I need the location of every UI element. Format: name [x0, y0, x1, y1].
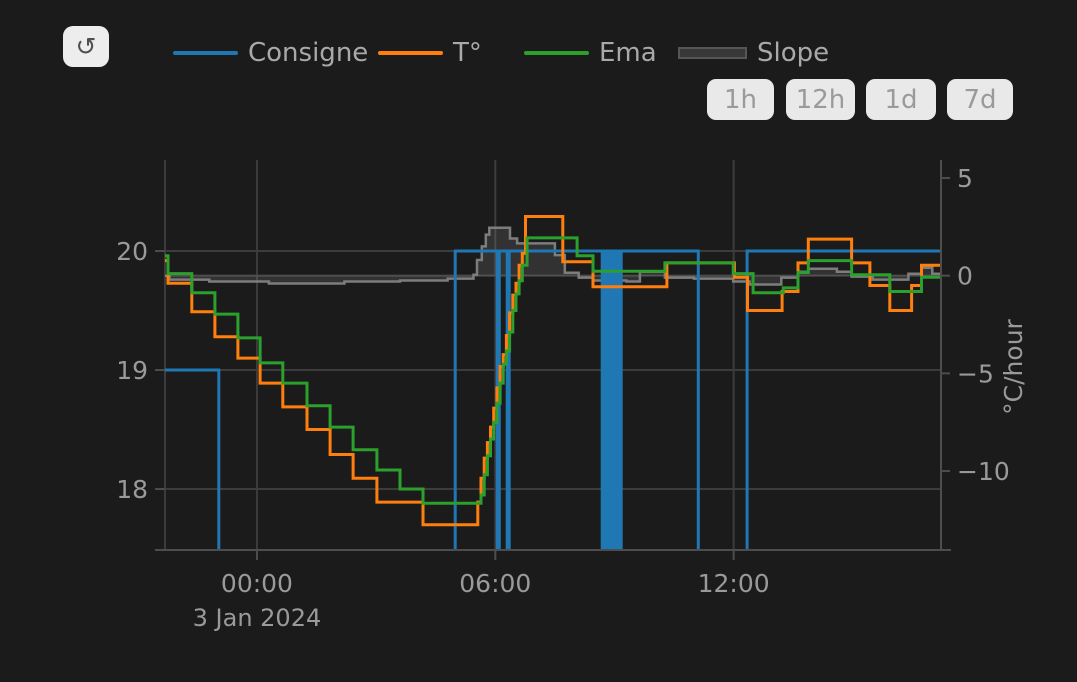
consigne-series-line — [165, 251, 941, 608]
x-tick-label: 06:00 — [459, 569, 531, 598]
y-right-axis-title: °C/hour — [999, 318, 1028, 414]
y-left-tick-label: 19 — [116, 356, 148, 385]
x-date-label: 3 Jan 2024 — [193, 604, 322, 632]
chart-plot[interactable]: 00:00 06:00 12:00 3 Jan 2024 20 19 18 5 0 −5 −10 °C… — [0, 0, 1077, 682]
chart-card: ↺ Consigne T° Ema Slope 1h 12h 1d 7d 00:… — [0, 0, 1077, 682]
y-right-tick-label: −5 — [957, 359, 994, 388]
y-left-tick-label: 18 — [116, 475, 148, 504]
y-right-tick-label: 5 — [957, 164, 973, 193]
x-tick-label: 00:00 — [221, 569, 293, 598]
y-left-tick-label: 20 — [116, 237, 148, 266]
y-right-tick-label: 0 — [957, 262, 973, 291]
y-right-tick-label: −10 — [957, 457, 1010, 486]
x-tick-label: 12:00 — [698, 569, 770, 598]
